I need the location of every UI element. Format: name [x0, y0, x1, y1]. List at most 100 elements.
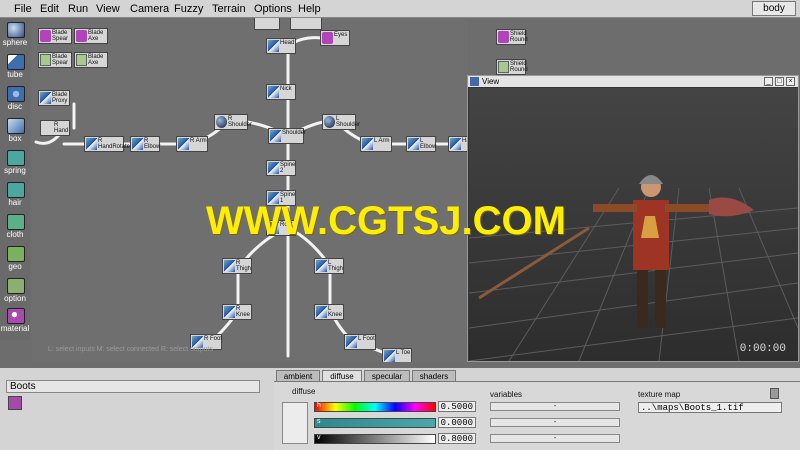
node-top-left[interactable]	[254, 18, 280, 30]
tool-spring[interactable]: spring	[2, 150, 30, 180]
tool-sphere[interactable]: sphere	[2, 22, 30, 52]
node-label: L Thigh	[328, 260, 344, 272]
node-eyes[interactable]: Eyes	[320, 30, 350, 46]
node-label: L Arm	[374, 138, 390, 144]
node-l-thigh[interactable]: L Thigh	[314, 258, 344, 274]
blade-icon	[76, 54, 87, 66]
box-icon	[7, 118, 25, 134]
texture-path-field[interactable]: ..\maps\Boots_1.tif	[638, 402, 782, 413]
tool-hair[interactable]: hair	[2, 182, 30, 212]
sphere-icon	[7, 22, 25, 38]
node-top-right[interactable]	[290, 18, 322, 30]
value-slider[interactable]: v	[314, 434, 436, 444]
menu-view[interactable]: View	[96, 3, 120, 15]
node-blade-spear-geo[interactable]: Blade Spear	[38, 52, 72, 68]
tool-label: option	[4, 294, 26, 303]
tool-material[interactable]: material	[1, 308, 30, 338]
close-button[interactable]: ×	[786, 77, 795, 86]
node-r-hand[interactable]: R Hand	[40, 120, 70, 136]
node-r-thigh[interactable]: R Thigh	[222, 258, 252, 274]
tube-icon	[7, 54, 25, 70]
view-title-bar[interactable]: View _ □ ×	[468, 76, 798, 87]
browse-button[interactable]	[770, 388, 779, 399]
saturation-channel-label: s	[317, 418, 321, 425]
timecode: 0:00:00	[739, 343, 786, 355]
node-l-elbow[interactable]: L Elbow	[406, 136, 436, 152]
menu-camera[interactable]: Camera	[130, 3, 169, 15]
node-head[interactable]: Head	[266, 38, 296, 54]
node-l-hand[interactable]: Ha	[448, 136, 468, 152]
menu-options[interactable]: Options	[254, 3, 292, 15]
node-r-arm[interactable]: R Arm	[176, 136, 208, 152]
tool-disc[interactable]: disc	[2, 86, 30, 116]
material-icon	[76, 30, 87, 42]
tool-tube[interactable]: tube	[2, 54, 30, 84]
joint-icon	[450, 138, 461, 150]
node-label: L Toe	[396, 350, 411, 356]
node-spine-2[interactable]: Spine 2	[266, 160, 296, 176]
node-r-handrotate[interactable]: R HandRotate	[84, 136, 130, 152]
material-icon	[40, 30, 51, 42]
tool-label: geo	[8, 262, 22, 271]
value-channel-label: v	[317, 434, 321, 441]
node-blade-axe-geo[interactable]: Blade Axe	[74, 52, 108, 68]
tool-geo[interactable]: geo	[2, 246, 30, 276]
node-blade-axe[interactable]: Blade Axe	[74, 28, 108, 44]
node-r-elbow[interactable]: R Elbow	[130, 136, 160, 152]
blade-icon	[40, 54, 51, 66]
object-name-field[interactable]: Boots	[6, 380, 260, 393]
value-value[interactable]: 0.8000	[438, 433, 476, 444]
texture-map-label: texture map	[638, 390, 681, 399]
node-l-toe[interactable]: L Toe	[382, 348, 412, 362]
cloth-icon	[7, 214, 25, 230]
body-selector-field[interactable]: body	[752, 1, 796, 16]
minimize-button[interactable]: _	[764, 77, 773, 86]
node-graph-editor[interactable]: Blade Spear Blade Axe Blade Spear Blade …	[32, 18, 468, 362]
geo-icon	[7, 246, 25, 262]
node-shield-round[interactable]: Shield Round	[496, 29, 528, 45]
node-label: Eyes	[334, 32, 348, 38]
saturation-value[interactable]: 0.0000	[438, 417, 476, 428]
tool-box[interactable]: box	[2, 118, 30, 148]
watermark-text: WWW.CGTSJ.COM	[206, 199, 566, 243]
menu-edit[interactable]: Edit	[40, 3, 59, 15]
node-label: R Arm	[190, 138, 207, 144]
saturation-slider[interactable]: s	[314, 418, 436, 428]
variable-slot-2[interactable]: -	[490, 418, 620, 427]
node-l-shoulder[interactable]: L Shoulder	[322, 114, 360, 130]
hue-slider[interactable]: h	[314, 402, 436, 412]
joint-icon	[86, 138, 97, 150]
node-neck[interactable]: Nick	[266, 84, 296, 100]
hue-value[interactable]: 0.5000	[438, 401, 476, 412]
node-l-foot[interactable]: L Foot	[344, 334, 376, 350]
node-label: Shoulder	[282, 130, 307, 136]
menu-run[interactable]: Run	[68, 3, 88, 15]
node-label: L Foot	[358, 336, 375, 342]
node-l-arm[interactable]: L Arm	[360, 136, 392, 152]
node-shield-round-geo[interactable]: Shield Round	[496, 59, 528, 75]
node-blade-spear[interactable]: Blade Spear	[38, 28, 72, 44]
tool-label: spring	[4, 166, 26, 175]
tool-label: tube	[7, 70, 23, 79]
joint-icon	[270, 130, 281, 142]
material-icon[interactable]	[8, 396, 22, 410]
node-shoulder[interactable]: Shoulder	[268, 128, 307, 144]
variable-slot-3[interactable]: -	[490, 434, 620, 443]
maximize-button[interactable]: □	[775, 77, 784, 86]
node-l-knee[interactable]: L Knee	[314, 304, 344, 320]
menu-fuzzy[interactable]: Fuzzy	[174, 3, 203, 15]
color-swatch[interactable]	[282, 402, 308, 444]
node-r-shoulder[interactable]: R Shoulder	[214, 114, 252, 130]
menu-file[interactable]: File	[14, 3, 32, 15]
joint-icon	[346, 336, 357, 348]
menu-help[interactable]: Help	[298, 3, 321, 15]
node-label: Blade Proxy	[52, 92, 68, 104]
tool-cloth[interactable]: cloth	[2, 214, 30, 244]
tool-label: cloth	[6, 230, 24, 239]
variable-slot-1[interactable]: -	[490, 402, 620, 411]
tool-option[interactable]: option	[2, 278, 30, 308]
node-blade-proxy[interactable]: Blade Proxy	[38, 90, 70, 106]
joint-icon	[132, 138, 143, 150]
menu-terrain[interactable]: Terrain	[212, 3, 246, 15]
node-r-knee[interactable]: R Knee	[222, 304, 252, 320]
